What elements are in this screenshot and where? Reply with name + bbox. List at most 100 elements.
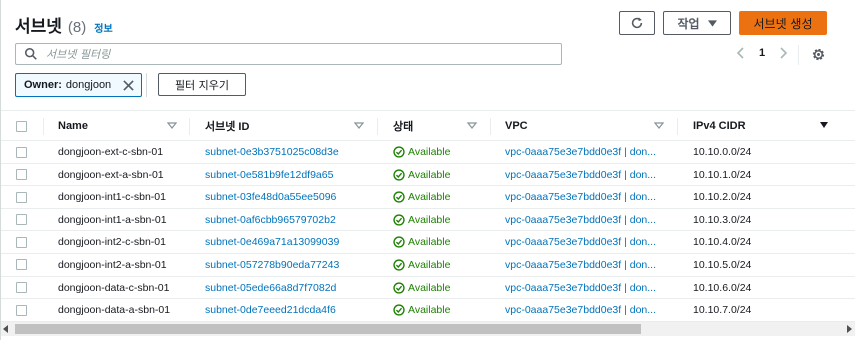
row-checkbox[interactable]: [16, 304, 27, 316]
table-row[interactable]: dongjoon-data-c-sbn-01 subnet-05ede66a8d…: [1, 277, 855, 300]
subnet-id-link[interactable]: subnet-057278b90eda77243: [205, 254, 339, 276]
info-link[interactable]: 정보: [94, 20, 112, 35]
horizontal-scrollbar[interactable]: [1, 322, 855, 336]
vpc-link[interactable]: vpc-0aaa75e3e7bdd0e3f | don...: [505, 231, 656, 253]
row-checkbox-cell: [16, 141, 27, 163]
status-badge: Available: [393, 164, 450, 186]
sort-icon[interactable]: [354, 120, 364, 130]
subnets-panel: 서브넷 (8) 정보 작업 서브넷 생성 1: [0, 0, 855, 340]
table-row[interactable]: dongjoon-int1-a-sbn-01 subnet-0af6cbb965…: [1, 209, 855, 232]
sort-descending-icon[interactable]: [819, 120, 829, 130]
actions-label: 작업: [677, 16, 700, 31]
row-checkbox-cell: [16, 164, 27, 186]
filter-search-input[interactable]: [46, 47, 546, 61]
subnet-count: (8): [67, 19, 87, 36]
vpc-link[interactable]: vpc-0aaa75e3e7bdd0e3f | don...: [505, 299, 656, 321]
row-checkbox[interactable]: [16, 236, 27, 248]
column-divider: [189, 118, 190, 135]
page-header: 서브넷 (8) 정보: [15, 12, 113, 37]
current-page-number[interactable]: 1: [759, 47, 765, 59]
select-all-checkbox[interactable]: [16, 120, 27, 132]
select-all-checkbox-cell: [16, 111, 27, 141]
remove-filter-button[interactable]: [115, 73, 141, 97]
subnet-id-link[interactable]: subnet-0af6cbb96579702b2: [205, 209, 336, 231]
column-header-name[interactable]: Name: [58, 111, 88, 141]
row-checkbox-cell: [16, 277, 27, 299]
clear-filters-button[interactable]: 필터 지우기: [158, 73, 246, 96]
column-divider: [677, 118, 678, 135]
table-row[interactable]: dongjoon-data-a-sbn-01 subnet-0de7eeed21…: [1, 299, 855, 322]
subnet-id-link[interactable]: subnet-0e581b9fe12df9a65: [205, 164, 333, 186]
scroll-left-arrow-icon[interactable]: [3, 325, 8, 333]
row-checkbox-cell: [16, 186, 27, 208]
status-text: Available: [408, 258, 451, 271]
check-circle-icon: [393, 191, 405, 203]
vpc-link[interactable]: vpc-0aaa75e3e7bdd0e3f | don...: [505, 186, 656, 208]
sort-icon[interactable]: [467, 120, 477, 130]
ipv4-cidr: 10.10.1.0/24: [693, 168, 752, 181]
row-checkbox[interactable]: [16, 214, 27, 226]
next-page-button[interactable]: [775, 44, 793, 62]
table-row[interactable]: dongjoon-int2-a-sbn-01 subnet-057278b90e…: [1, 254, 855, 277]
status-text: Available: [408, 191, 451, 204]
ipv4-cidr: 10.10.0.0/24: [693, 146, 752, 158]
table-row[interactable]: dongjoon-ext-c-sbn-01 subnet-0e3b3751025…: [1, 141, 855, 164]
refresh-button[interactable]: [619, 11, 655, 35]
table-row[interactable]: dongjoon-int2-c-sbn-01 subnet-0e469a71a1…: [1, 231, 855, 254]
subnet-id-link[interactable]: subnet-0e469a71a13099039: [205, 231, 339, 253]
ipv4-cidr: 10.10.6.0/24: [693, 281, 752, 294]
create-subnet-button[interactable]: 서브넷 생성: [739, 11, 827, 35]
subnet-id-link[interactable]: subnet-03fe48d0a55ee5096: [205, 186, 336, 208]
previous-page-button[interactable]: [731, 44, 749, 62]
status-badge: Available: [393, 299, 450, 321]
status-text: Available: [408, 213, 451, 226]
table-header: Name 서브넷 ID 상태 VPC IPv4 CIDR: [1, 110, 855, 141]
vpc-link[interactable]: vpc-0aaa75e3e7bdd0e3f | don...: [505, 277, 656, 299]
subnet-name: dongjoon-int1-a-sbn-01: [58, 213, 167, 226]
column-header-ipv4-cidr[interactable]: IPv4 CIDR: [693, 111, 746, 141]
row-checkbox[interactable]: [16, 169, 27, 181]
search-icon: [24, 47, 37, 60]
row-checkbox[interactable]: [16, 146, 27, 158]
row-checkbox[interactable]: [16, 191, 27, 203]
subnet-id-link[interactable]: subnet-0e3b3751025c08d3e: [205, 141, 339, 163]
subnet-name: dongjoon-int2-c-sbn-01: [58, 236, 166, 249]
row-checkbox[interactable]: [16, 259, 27, 271]
column-header-state[interactable]: 상태: [393, 111, 413, 141]
ipv4-cidr: 10.10.7.0/24: [693, 304, 752, 317]
filter-search-box[interactable]: [15, 43, 562, 65]
vpc-link[interactable]: vpc-0aaa75e3e7bdd0e3f | don...: [505, 254, 656, 276]
status-text: Available: [408, 168, 451, 181]
status-badge: Available: [393, 254, 450, 276]
gear-icon[interactable]: [811, 47, 826, 62]
ipv4-cidr: 10.10.5.0/24: [693, 258, 752, 271]
subnet-name: dongjoon-int1-c-sbn-01: [58, 191, 166, 204]
subnets-table: Name 서브넷 ID 상태 VPC IPv4 CIDR dongjoon-ex…: [1, 110, 855, 322]
vpc-link[interactable]: vpc-0aaa75e3e7bdd0e3f | don...: [505, 164, 656, 186]
actions-dropdown-button[interactable]: 작업: [663, 11, 731, 35]
ipv4-cidr: 10.10.2.0/24: [693, 191, 752, 204]
scroll-right-arrow-icon[interactable]: [847, 325, 852, 333]
sort-icon[interactable]: [654, 120, 664, 130]
chevron-left-icon: [736, 47, 744, 59]
row-checkbox-cell: [16, 254, 27, 276]
column-header-subnet-id[interactable]: 서브넷 ID: [205, 111, 249, 141]
table-row[interactable]: dongjoon-ext-a-sbn-01 subnet-0e581b9fe12…: [1, 164, 855, 187]
column-header-vpc[interactable]: VPC: [505, 111, 528, 141]
subnet-id-link[interactable]: subnet-0de7eeed21dcda4f6: [205, 299, 336, 321]
table-body: dongjoon-ext-c-sbn-01 subnet-0e3b3751025…: [1, 141, 855, 322]
row-checkbox[interactable]: [16, 282, 27, 294]
row-checkbox-cell: [16, 299, 27, 321]
vpc-link[interactable]: vpc-0aaa75e3e7bdd0e3f | don...: [505, 209, 656, 231]
subnet-id-link[interactable]: subnet-05ede66a8d7f7082d: [205, 277, 336, 299]
filter-token-value: dongjoon: [65, 79, 112, 91]
subnet-name: dongjoon-data-a-sbn-01: [58, 304, 171, 317]
scrollbar-thumb[interactable]: [15, 324, 641, 334]
table-row[interactable]: dongjoon-int1-c-sbn-01 subnet-03fe48d0a5…: [1, 186, 855, 209]
status-badge: Available: [393, 209, 450, 231]
column-divider: [377, 118, 378, 135]
vpc-link[interactable]: vpc-0aaa75e3e7bdd0e3f | don...: [505, 141, 656, 163]
status-badge: Available: [393, 231, 450, 253]
ipv4-cidr: 10.10.4.0/24: [693, 236, 752, 249]
sort-icon[interactable]: [167, 120, 177, 130]
